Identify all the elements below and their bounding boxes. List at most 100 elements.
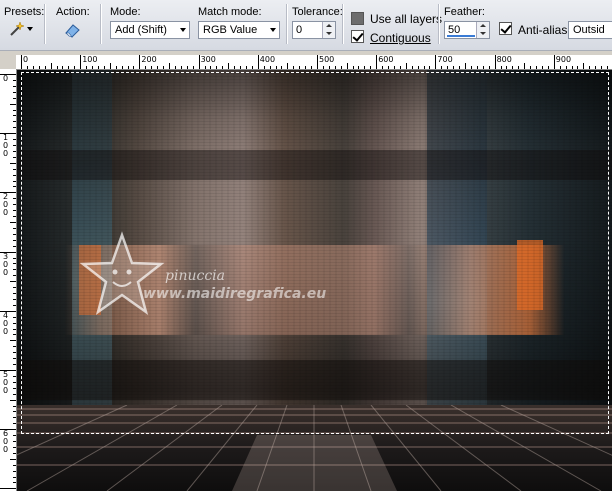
ruler-label: 6 0 0 xyxy=(3,429,9,455)
ruler-tick xyxy=(92,66,94,69)
use-all-layers-checkbox[interactable] xyxy=(351,12,364,25)
ruler-tick xyxy=(180,66,182,69)
ruler-tick xyxy=(13,121,16,123)
presets-label: Presets: xyxy=(4,6,45,18)
ruler-tick xyxy=(121,66,123,69)
ruler-tick xyxy=(263,66,265,69)
spin-buttons[interactable] xyxy=(476,22,489,38)
ruler-tick xyxy=(13,180,16,182)
ruler-tick xyxy=(541,66,543,69)
ruler-tick xyxy=(245,66,247,69)
ruler-tick xyxy=(157,66,159,69)
ruler-tick xyxy=(411,66,413,69)
ruler-tick xyxy=(50,63,52,69)
ruler-tick xyxy=(86,66,88,69)
ruler-tick xyxy=(62,66,64,69)
ruler-tick xyxy=(553,55,555,69)
ruler-tick xyxy=(80,55,82,69)
ruler-tick xyxy=(13,233,16,235)
ruler-tick xyxy=(10,340,16,342)
ruler-tick xyxy=(388,66,390,69)
separator xyxy=(286,4,288,44)
spin-buttons[interactable] xyxy=(322,22,335,38)
ruler-tick xyxy=(518,66,520,69)
ruler-tick xyxy=(13,293,16,295)
ruler-tick xyxy=(340,66,342,69)
mode-dropdown[interactable]: Add (Shift) xyxy=(110,21,190,39)
ruler-tick xyxy=(589,66,591,69)
ruler-tick xyxy=(482,66,484,69)
match-mode-dropdown[interactable]: RGB Value xyxy=(198,21,280,39)
ruler-label: 2 0 0 xyxy=(3,192,9,218)
feather-label: Feather: xyxy=(444,6,485,18)
ruler-tick xyxy=(13,358,16,360)
ruler-label: 700 xyxy=(437,55,453,64)
tolerance-stepper[interactable]: 0 xyxy=(292,21,336,39)
ruler-tick xyxy=(103,66,105,69)
ruler-tick xyxy=(476,66,478,69)
ruler-tick xyxy=(10,222,16,223)
tool-options-bar: Presets: Action: Mode: Add (Shift) Match… xyxy=(0,0,612,51)
ruler-tick xyxy=(13,145,16,147)
chevron-down-icon xyxy=(27,27,33,31)
ruler-tick xyxy=(13,375,16,377)
ruler-tick xyxy=(21,55,22,69)
tolerance-label: Tolerance: xyxy=(292,6,343,18)
ruler-tick xyxy=(559,66,561,69)
ruler-tick xyxy=(151,66,153,69)
image-canvas[interactable]: pinuccia www.maidiregrafica.eu xyxy=(17,70,612,491)
feather-group: Feather: 50 xyxy=(444,0,492,50)
tolerance-group: Tolerance: 0 xyxy=(292,0,343,50)
ruler-tick xyxy=(435,55,437,69)
ruler-label: 5 0 0 xyxy=(3,370,9,395)
feather-stepper[interactable]: 50 xyxy=(444,21,490,39)
ruler-tick xyxy=(13,334,16,336)
vertical-ruler: 0 1 0 0 2 0 0 3 0 0 4 0 0 5 0 0 6 0 0 xyxy=(0,69,17,491)
ruler-tick xyxy=(322,66,324,69)
separator xyxy=(342,4,344,44)
ruler-tick xyxy=(13,411,16,413)
ruler-tick xyxy=(13,464,16,466)
contiguous-checkbox[interactable] xyxy=(351,30,364,43)
action-group: Action: xyxy=(54,0,98,50)
ruler-tick xyxy=(192,66,194,69)
watermark-url: www.maidiregrafica.eu xyxy=(143,286,327,302)
presets-dropdown[interactable] xyxy=(8,20,34,38)
ruler-label: 400 xyxy=(259,55,276,64)
ruler-tick xyxy=(524,63,526,69)
ruler-tick xyxy=(74,66,76,69)
ruler-tick xyxy=(13,239,16,241)
match-mode-label: Match mode: xyxy=(198,6,262,18)
ruler-tick xyxy=(293,66,295,69)
ruler-tick xyxy=(109,63,111,69)
eraser-icon[interactable] xyxy=(64,22,82,38)
ruler-tick xyxy=(465,63,466,69)
separator xyxy=(438,4,440,44)
ruler-tick xyxy=(13,115,16,117)
ruler-tick xyxy=(10,281,16,283)
outside-dropdown[interactable]: Outsid xyxy=(568,21,612,39)
ruler-label: 300 xyxy=(200,55,216,64)
ruler-label: 500 xyxy=(319,55,335,64)
ruler-tick xyxy=(13,91,16,93)
ruler-tick xyxy=(13,446,16,448)
ruler-tick xyxy=(536,66,538,69)
chevron-down-icon xyxy=(270,28,276,32)
ruler-tick xyxy=(13,269,16,271)
mode-label: Mode: xyxy=(110,6,141,18)
anti-alias-checkbox[interactable] xyxy=(499,22,512,35)
watermark-name: pinuccia xyxy=(165,268,225,284)
ruler-label: 800 xyxy=(496,55,512,64)
ruler-tick xyxy=(13,423,16,425)
ruler-tick xyxy=(133,66,135,69)
ruler-tick xyxy=(13,257,16,259)
ruler-tick xyxy=(571,66,573,69)
ruler-tick xyxy=(13,322,16,324)
ruler-tick xyxy=(13,381,16,383)
ruler-tick xyxy=(13,263,16,265)
ruler-tick xyxy=(441,66,443,69)
ruler-tick xyxy=(13,287,16,289)
ruler-label: 200 xyxy=(141,55,157,64)
ruler-label: 3 0 0 xyxy=(3,251,9,277)
star-logo-icon xyxy=(79,231,165,316)
